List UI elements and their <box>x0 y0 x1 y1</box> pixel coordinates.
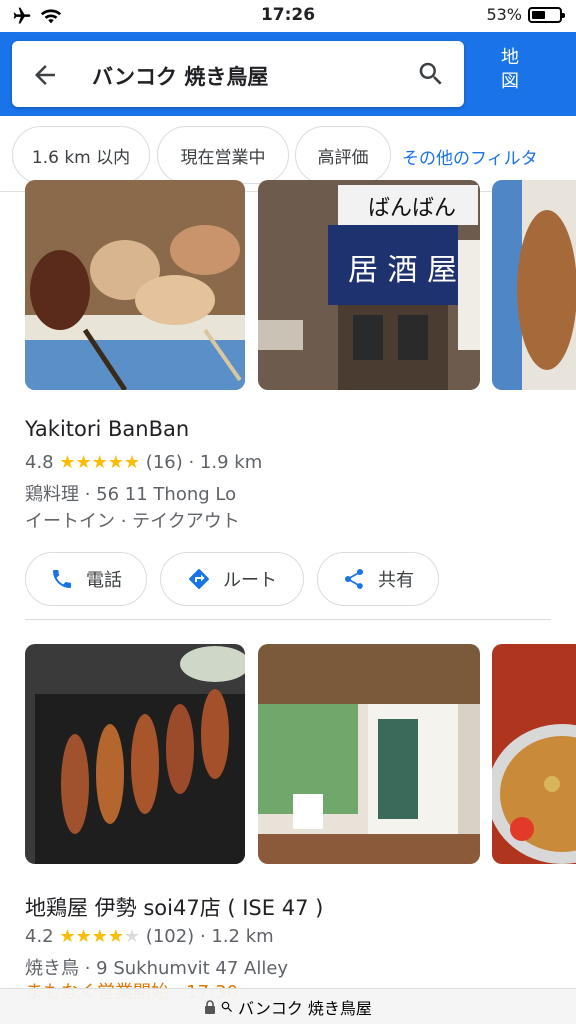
phone-icon <box>53 570 71 588</box>
listing-1-title[interactable]: Yakitori BanBan <box>25 417 189 441</box>
status-right: 53% <box>486 5 565 24</box>
storefront-image: ばんばん 居 酒 屋 <box>258 180 480 390</box>
listing-1-rating-row: 4.8 ★★★★★ (16) · 1.9 km <box>25 452 262 473</box>
call-button[interactable]: 電話 <box>25 552 147 606</box>
soup-image <box>492 644 576 864</box>
filter-open-now[interactable]: 現在営業中 <box>157 126 289 184</box>
route-label: ルート <box>223 570 277 591</box>
search-box[interactable]: バンコク 焼き鳥屋 <box>12 41 464 107</box>
listing-1-category: 鶏料理 · 56 11 Thong Lo <box>25 484 237 505</box>
call-label: 電話 <box>86 570 122 591</box>
search-header: バンコク 焼き鳥屋 地 図 <box>0 32 576 116</box>
skewers-plate-image <box>25 644 245 864</box>
terrace-image <box>258 644 480 864</box>
filter-distance[interactable]: 1.6 km 以内 <box>12 126 150 184</box>
browser-address-text: バンコク 焼き鳥屋 <box>238 998 372 1018</box>
listing-1-rating: 4.8 <box>25 452 54 473</box>
yakitori-image <box>25 180 245 390</box>
browser-address-bar[interactable]: バンコク 焼き鳥屋 <box>0 988 576 1024</box>
search-icon[interactable] <box>416 59 446 89</box>
listing-2-photo-1[interactable] <box>25 644 245 864</box>
listing-1-reviews: (16) <box>145 452 183 473</box>
back-arrow-icon[interactable] <box>30 60 60 90</box>
battery-icon <box>528 6 565 23</box>
listing-2-photo-3[interactable] <box>492 644 576 864</box>
search-query[interactable]: バンコク 焼き鳥屋 <box>92 61 268 91</box>
listing-1-photo-2[interactable]: ばんばん 居 酒 屋 <box>258 180 480 390</box>
directions-icon <box>189 569 209 589</box>
noren-text: 居 酒 屋 <box>348 253 457 288</box>
listing-1-photo-1[interactable] <box>25 180 245 390</box>
listing-2-category: 焼き鳥 · 9 Sukhumvit 47 Alley <box>25 958 289 979</box>
listing-2-rating-row: 4.2 ★★★★★ (102) · 1.2 km <box>25 926 274 947</box>
filter-top-rated[interactable]: 高評価 <box>295 126 391 184</box>
listing-2-title[interactable]: 地鶏屋 伊勢 soi47店 ( ISE 47 ) <box>25 892 323 922</box>
map-label-2: 図 <box>501 71 519 92</box>
listing-2-photo-2[interactable] <box>258 644 480 864</box>
battery-percent: 53% <box>486 5 522 24</box>
listing-2-reviews: (102) <box>145 926 195 947</box>
listing-divider <box>25 619 551 620</box>
listing-2-rating: 4.2 <box>25 926 54 947</box>
route-button[interactable]: ルート <box>160 552 304 606</box>
status-bar: 17:26 53% <box>0 0 576 32</box>
listing-1-distance: · 1.9 km <box>188 452 263 473</box>
listing-2-stars: ★★★★★ <box>59 926 141 947</box>
listing-2-distance: · 1.2 km <box>199 926 274 947</box>
map-label-1: 地 <box>501 47 519 68</box>
listing-1-services: イートイン · テイクアウト <box>25 511 240 532</box>
map-button[interactable]: 地 図 <box>480 46 540 94</box>
sign-top-text: ばんばん <box>368 196 456 221</box>
listing-1-photo-3[interactable] <box>492 180 576 390</box>
search-small-icon <box>221 1001 233 1012</box>
share-button[interactable]: 共有 <box>317 552 439 606</box>
skewer-image <box>492 180 576 390</box>
listing-1-stars: ★★★★★ <box>59 452 141 473</box>
more-filters-link[interactable]: その他のフィルタ <box>402 144 538 169</box>
share-label: 共有 <box>378 570 414 591</box>
lock-icon <box>205 999 216 1014</box>
share-icon <box>344 569 363 589</box>
